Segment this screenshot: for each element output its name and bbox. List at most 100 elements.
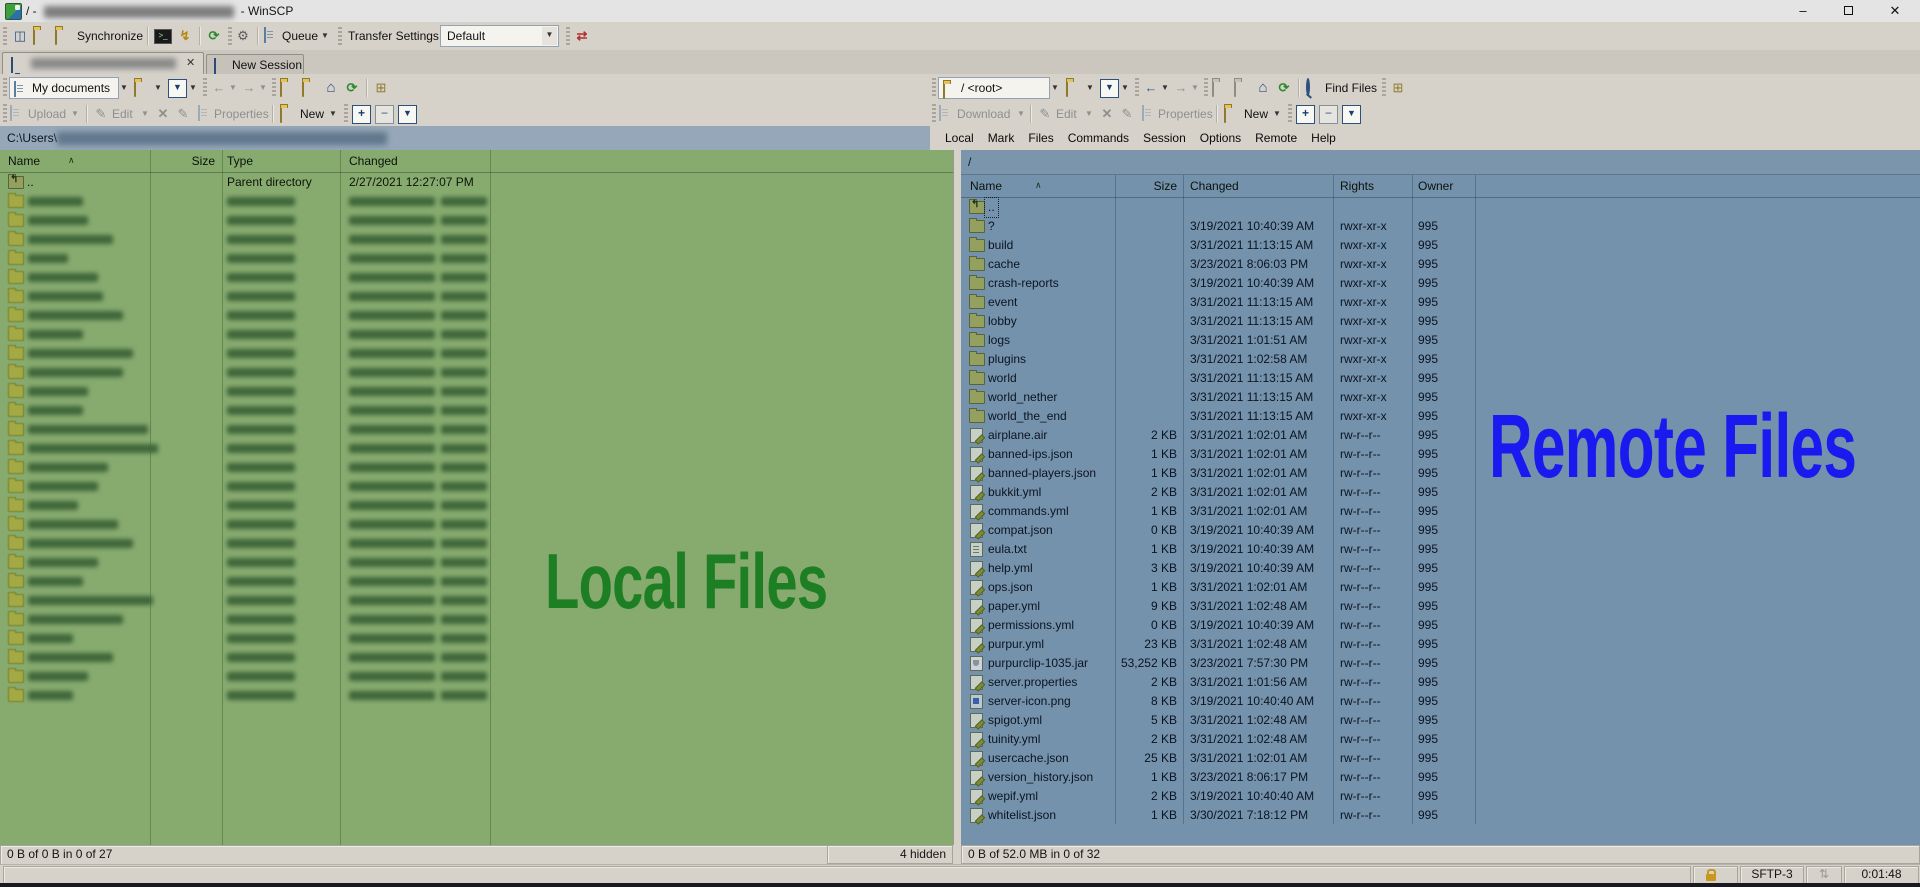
restore-button[interactable] — [1831, 0, 1865, 22]
filter-icon[interactable]: ▼ — [1100, 79, 1119, 98]
file-row[interactable]: commands.yml1 KB3/31/2021 1:02:01 AMrw-r… — [961, 502, 1920, 521]
local-path-bar[interactable]: C:\Users\ — [0, 126, 960, 150]
file-row[interactable]: usercache.json25 KB3/31/2021 1:02:01 AMr… — [961, 749, 1920, 768]
column-header-type[interactable]: Type — [227, 150, 253, 172]
file-row[interactable]: eula.txt1 KB3/19/2021 10:40:39 AMrw-r--r… — [961, 540, 1920, 559]
refresh-icon[interactable]: ⟳ — [1275, 79, 1293, 97]
console-icon[interactable]: >_ — [154, 29, 172, 44]
redacted-file-row[interactable] — [0, 211, 953, 230]
file-row[interactable]: tuinity.yml2 KB3/31/2021 1:02:48 AMrw-r-… — [961, 730, 1920, 749]
chevron-down-icon[interactable]: ▼ — [1120, 83, 1130, 93]
redacted-file-row[interactable] — [0, 667, 953, 686]
parent-directory-icon[interactable] — [280, 82, 282, 96]
file-row[interactable]: plugins3/31/2021 1:02:58 AMrwxr-xr-x995 — [961, 350, 1920, 369]
redacted-file-row[interactable] — [0, 496, 953, 515]
redacted-file-row[interactable] — [0, 439, 953, 458]
file-row[interactable]: crash-reports3/19/2021 10:40:39 AMrwxr-x… — [961, 274, 1920, 293]
session-tab[interactable]: ✕ — [2, 52, 204, 75]
redacted-file-row[interactable] — [0, 420, 953, 439]
folder-pair-icon[interactable] — [33, 30, 35, 44]
transfer-settings-select[interactable]: Default ▼ — [440, 25, 559, 47]
file-row[interactable]: purpurclip-1035.jar53,252 KB3/23/2021 7:… — [961, 654, 1920, 673]
redacted-file-row[interactable] — [0, 268, 953, 287]
expand-icon[interactable]: + — [352, 105, 371, 124]
chevron-down-icon[interactable]: ▼ — [119, 83, 129, 93]
gear-icon[interactable]: ⚙ — [234, 27, 252, 45]
file-row[interactable]: paper.yml9 KB3/31/2021 1:02:48 AMrw-r--r… — [961, 597, 1920, 616]
redacted-file-row[interactable] — [0, 363, 953, 382]
remote-path-bar[interactable]: / — [961, 150, 1920, 175]
column-header-name[interactable]: Name — [8, 150, 40, 172]
file-row[interactable]: event3/31/2021 11:13:15 AMrwxr-xr-x995 — [961, 293, 1920, 312]
redacted-file-row[interactable] — [0, 629, 953, 648]
file-row[interactable]: compat.json0 KB3/19/2021 10:40:39 AMrw-r… — [961, 521, 1920, 540]
redacted-file-row[interactable] — [0, 325, 953, 344]
redacted-file-row[interactable] — [0, 306, 953, 325]
column-header-name[interactable]: Name — [970, 175, 1002, 197]
chevron-down-icon[interactable]: ▼ — [320, 31, 330, 41]
redacted-file-row[interactable] — [0, 401, 953, 420]
column-header-changed[interactable]: Changed — [1190, 175, 1239, 197]
column-header-rights[interactable]: Rights — [1340, 175, 1374, 197]
file-row[interactable]: ?3/19/2021 10:40:39 AMrwxr-xr-x995 — [961, 217, 1920, 236]
file-row[interactable]: lobby3/31/2021 11:13:15 AMrwxr-xr-x995 — [961, 312, 1920, 331]
directory-tree-icon[interactable]: ⊞ — [1389, 79, 1407, 97]
file-row[interactable]: whitelist.json1 KB3/30/2021 7:18:12 PMrw… — [961, 806, 1920, 825]
file-row[interactable]: build3/31/2021 11:13:15 AMrwxr-xr-x995 — [961, 236, 1920, 255]
menu-item-local[interactable]: Local — [938, 126, 981, 150]
menu-item-help[interactable]: Help — [1304, 126, 1343, 150]
chevron-down-icon[interactable]: ▼ — [328, 109, 338, 119]
redacted-file-row[interactable] — [0, 686, 953, 705]
chevron-down-icon[interactable]: ▼ — [1085, 83, 1095, 93]
file-row[interactable]: version_history.json1 KB3/23/2021 8:06:1… — [961, 768, 1920, 787]
redacted-file-row[interactable] — [0, 477, 953, 496]
new-button[interactable]: New — [1244, 106, 1268, 122]
redacted-file-row[interactable] — [0, 382, 953, 401]
refresh-window-icon[interactable]: ⟳ — [205, 27, 223, 45]
menu-item-options[interactable]: Options — [1193, 126, 1248, 150]
filter-list-icon[interactable]: ▼ — [398, 105, 417, 124]
chevron-down-icon[interactable]: ▼ — [1160, 83, 1170, 93]
open-directory-icon[interactable] — [134, 82, 136, 96]
redacted-file-row[interactable] — [0, 648, 953, 667]
find-files-button[interactable]: Find Files — [1325, 80, 1377, 96]
new-button[interactable]: New — [300, 106, 324, 122]
synchronize-icon[interactable] — [55, 30, 57, 44]
chevron-down-icon[interactable]: ▼ — [188, 83, 198, 93]
root-directory-icon[interactable] — [302, 82, 304, 96]
column-header-size[interactable]: Size — [1111, 175, 1177, 197]
home-icon[interactable]: ⌂ — [1254, 79, 1272, 97]
panel-splitter[interactable] — [954, 150, 961, 845]
menu-item-remote[interactable]: Remote — [1248, 126, 1304, 150]
file-row[interactable]: purpur.yml23 KB3/31/2021 1:02:48 AMrw-r-… — [961, 635, 1920, 654]
filter-icon[interactable]: ▼ — [168, 79, 187, 98]
redacted-file-row[interactable] — [0, 249, 953, 268]
redacted-file-row[interactable] — [0, 458, 953, 477]
minimize-button[interactable]: – — [1786, 0, 1820, 22]
column-header-changed[interactable]: Changed — [349, 150, 398, 172]
chevron-down-icon[interactable]: ▼ — [153, 83, 163, 93]
file-row[interactable]: server-icon.png8 KB3/19/2021 10:40:40 AM… — [961, 692, 1920, 711]
file-row[interactable]: .. — [961, 198, 1920, 217]
menu-item-session[interactable]: Session — [1136, 126, 1193, 150]
directory-tree-icon[interactable]: ⊞ — [372, 79, 390, 97]
redacted-file-row[interactable] — [0, 230, 953, 249]
open-directory-icon[interactable] — [1066, 82, 1068, 96]
close-button[interactable]: ✕ — [1878, 0, 1912, 22]
file-row[interactable]: wepif.yml2 KB3/19/2021 10:40:40 AMrw-r--… — [961, 787, 1920, 806]
new-session-tab[interactable]: New Session — [206, 54, 304, 75]
home-icon[interactable]: ⌂ — [322, 79, 340, 97]
file-row[interactable]: ops.json1 KB3/31/2021 1:02:01 AMrw-r--r-… — [961, 578, 1920, 597]
queue-button[interactable]: Queue — [282, 28, 318, 44]
redacted-file-row[interactable] — [0, 515, 953, 534]
menu-item-mark[interactable]: Mark — [981, 126, 1022, 150]
file-row[interactable]: cache3/23/2021 8:06:03 PMrwxr-xr-x995 — [961, 255, 1920, 274]
file-row[interactable]: help.yml3 KB3/19/2021 10:40:39 AMrw-r--r… — [961, 559, 1920, 578]
expand-icon[interactable]: + — [1296, 105, 1315, 124]
redacted-file-row[interactable] — [0, 287, 953, 306]
file-row[interactable]: spigot.yml5 KB3/31/2021 1:02:48 AMrw-r--… — [961, 711, 1920, 730]
file-row[interactable]: logs3/31/2021 1:01:51 AMrwxr-xr-x995 — [961, 331, 1920, 350]
back-icon[interactable]: ← — [1142, 79, 1160, 97]
filter-list-icon[interactable]: ▼ — [1342, 105, 1361, 124]
menu-item-commands[interactable]: Commands — [1061, 126, 1136, 150]
